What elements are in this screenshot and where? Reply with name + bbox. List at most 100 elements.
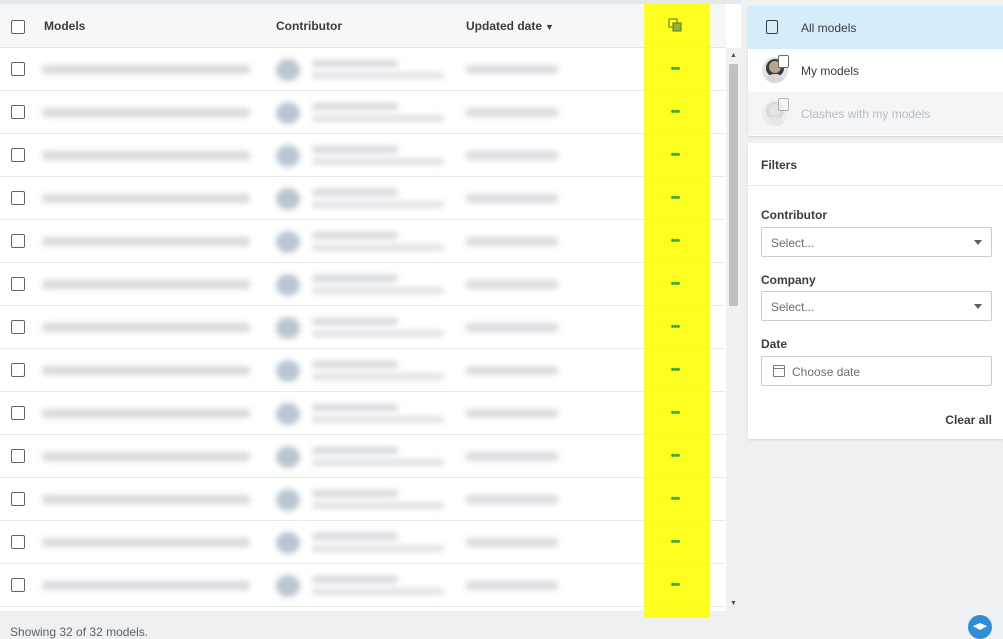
row-checkbox[interactable] [11,191,25,205]
right-panel: All models My models Clashes with my mod… [748,0,1003,639]
updated-date-redacted [466,108,558,117]
model-name-redacted [42,538,250,547]
table-scrollbar[interactable]: ▲ ▼ [726,48,741,611]
contributor-company-redacted [312,330,444,337]
contributor-name-redacted [312,275,398,282]
contributor-company-redacted [312,459,444,466]
models-table: Models Contributor Updated date ▼ ▲ ▼ [0,0,741,611]
row-checkbox[interactable] [11,277,25,291]
select-all-checkbox[interactable] [11,20,25,34]
view-my-models[interactable]: My models [748,49,1003,92]
dropdown-caret-icon [974,304,982,309]
table-row[interactable] [0,349,726,392]
row-more-actions-button[interactable]: ••• [664,60,686,78]
row-more-actions-button[interactable]: ••• [664,103,686,121]
contributor-company-redacted [312,588,444,595]
clear-all-filters-button[interactable]: Clear all [945,413,992,427]
contributor-column-header[interactable]: Contributor [276,19,342,33]
updated-date-redacted [466,194,558,203]
row-checkbox[interactable] [11,363,25,377]
models-column-header[interactable]: Models [44,19,85,33]
row-more-actions-button[interactable]: ••• [664,576,686,594]
row-checkbox[interactable] [11,234,25,248]
view-clashes-label: Clashes with my models [801,107,931,121]
contributor-avatar-redacted [276,274,300,296]
table-row[interactable] [0,91,726,134]
table-row[interactable] [0,48,726,91]
row-checkbox[interactable] [11,148,25,162]
scroll-down-arrow-icon[interactable]: ▼ [730,600,737,607]
contributor-select-placeholder: Select... [771,236,815,250]
contributor-name-redacted [312,533,398,540]
model-name-redacted [42,194,250,203]
table-row[interactable] [0,478,726,521]
table-body [0,48,726,607]
contributor-company-redacted [312,244,444,251]
contributor-name-redacted [312,60,398,67]
contributor-name-redacted [312,490,398,497]
column-toggle-icon[interactable] [668,18,682,32]
scroll-up-arrow-icon[interactable]: ▲ [730,52,737,59]
contributor-avatar-redacted [276,446,300,468]
model-name-redacted [42,108,250,117]
model-badge-icon [778,55,789,68]
row-checkbox[interactable] [11,62,25,76]
date-picker[interactable]: Choose date [761,356,992,386]
row-more-actions-button[interactable]: ••• [664,275,686,293]
company-select-placeholder: Select... [771,300,815,314]
contributor-avatar-redacted [276,102,300,124]
row-more-actions-button[interactable]: ••• [664,490,686,508]
view-all-models[interactable]: All models [748,6,1003,49]
row-more-actions-button[interactable]: ••• [664,232,686,250]
table-row[interactable] [0,306,726,349]
table-row[interactable] [0,134,726,177]
row-more-actions-button[interactable]: ••• [664,404,686,422]
updated-date-redacted [466,495,558,504]
model-name-redacted [42,366,250,375]
chevron-down-icon: ▼ [545,22,554,32]
contributor-company-redacted [312,373,444,380]
row-checkbox[interactable] [11,105,25,119]
actions-column: ••• ••• ••• ••• ••• ••• ••• ••• ••• ••• ••• ••• ••• [644,4,710,618]
row-more-actions-button[interactable]: ••• [664,318,686,336]
contributor-filter-label: Contributor [761,208,827,222]
row-checkbox[interactable] [11,492,25,506]
model-name-redacted [42,280,250,289]
table-row[interactable] [0,435,726,478]
model-views: All models My models Clashes with my mod… [748,6,1003,136]
dropdown-caret-icon [974,240,982,245]
scrollbar-thumb[interactable] [729,64,738,306]
updated-date-redacted [466,151,558,160]
row-more-actions-button[interactable]: ••• [664,533,686,551]
table-row[interactable] [0,564,726,607]
company-select[interactable]: Select... [761,291,992,321]
table-row[interactable] [0,521,726,564]
updated-date-redacted [466,452,558,461]
model-name-redacted [42,409,250,418]
row-more-actions-button[interactable]: ••• [664,447,686,465]
row-more-actions-button[interactable]: ••• [664,361,686,379]
contributor-avatar-redacted [276,360,300,382]
row-checkbox[interactable] [11,578,25,592]
help-button[interactable] [968,615,992,639]
contributor-company-redacted [312,287,444,294]
updated-date-label: Updated date [466,19,543,33]
filters-header: Filters [748,143,1003,186]
table-row[interactable] [0,263,726,306]
table-row[interactable] [0,220,726,263]
view-clashes: Clashes with my models [748,92,1003,135]
table-row[interactable] [0,392,726,435]
contributor-select[interactable]: Select... [761,227,992,257]
updated-date-column-header[interactable]: Updated date ▼ [466,19,554,33]
contributor-name-redacted [312,232,398,239]
row-checkbox[interactable] [11,535,25,549]
contributor-company-redacted [312,72,444,79]
row-more-actions-button[interactable]: ••• [664,146,686,164]
row-checkbox[interactable] [11,449,25,463]
table-row[interactable] [0,177,726,220]
row-checkbox[interactable] [11,320,25,334]
table-header: Models Contributor Updated date ▼ [0,4,726,48]
row-checkbox[interactable] [11,406,25,420]
contributor-avatar-redacted [276,489,300,511]
row-more-actions-button[interactable]: ••• [664,189,686,207]
